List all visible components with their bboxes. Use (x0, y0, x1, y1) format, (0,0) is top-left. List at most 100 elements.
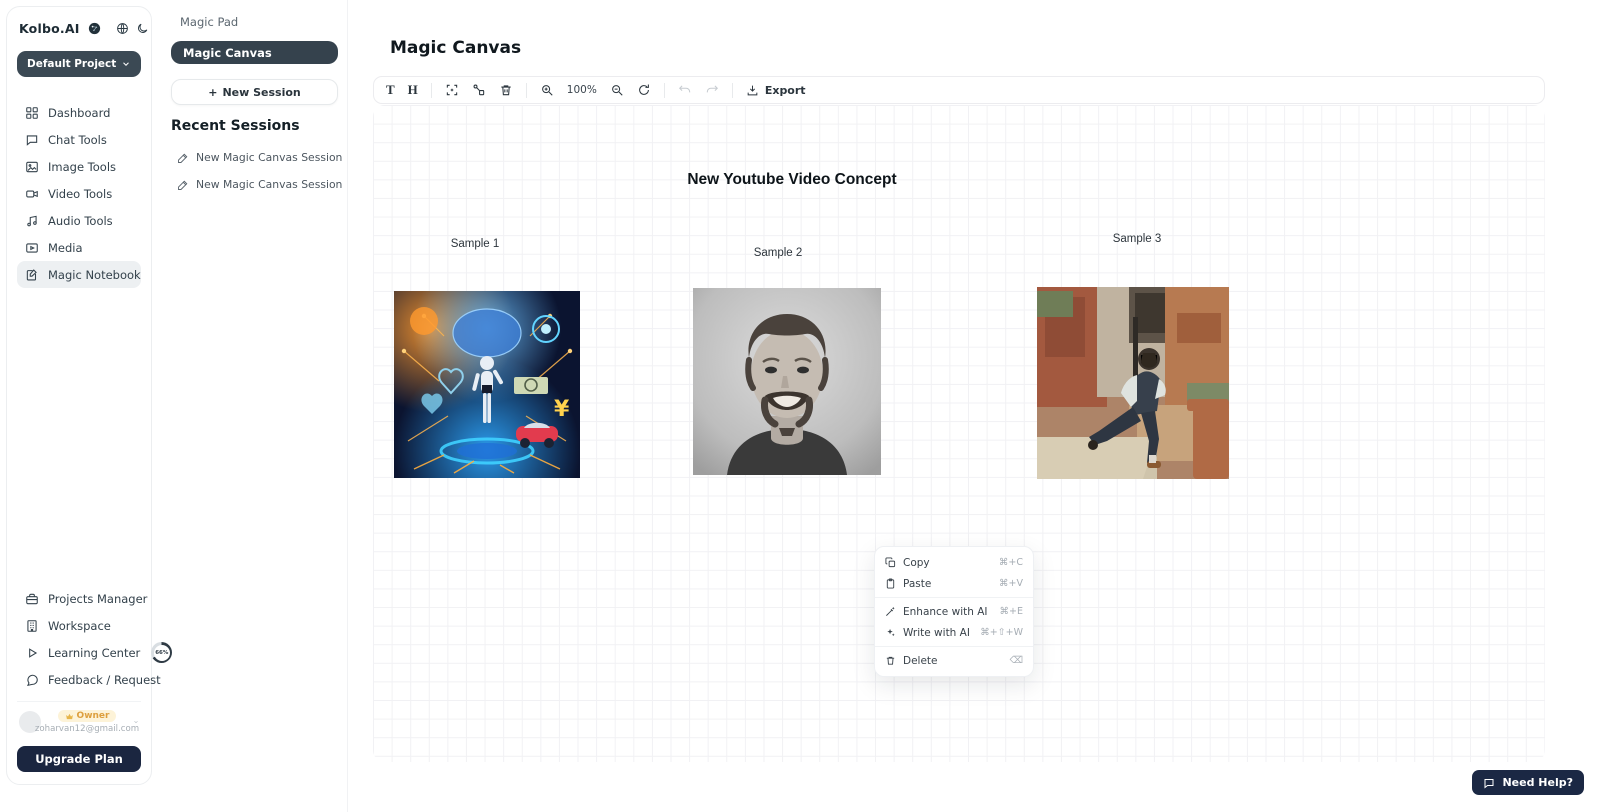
sidebar-item-chat-tools[interactable]: Chat Tools (17, 126, 141, 153)
sidebar-item-label: Learning Center (48, 646, 140, 660)
need-help-button[interactable]: Need Help? (1472, 770, 1584, 795)
new-session-button[interactable]: + New Session (171, 79, 338, 105)
context-menu-label: Copy (903, 557, 930, 569)
briefcase-icon (25, 592, 39, 606)
sidebar-footer: Projects Manager Workspace Learning Cent… (17, 585, 141, 772)
sidebar-item-video-tools[interactable]: Video Tools (17, 180, 141, 207)
trash-icon (885, 655, 896, 666)
sample-2-image[interactable] (693, 288, 881, 475)
context-menu-label: Write with AI (903, 627, 970, 639)
brand-logo: Kolbo.AI (19, 21, 80, 36)
context-menu-label: Delete (903, 655, 938, 667)
video-camera-icon (25, 187, 39, 201)
ai-select-tool-button[interactable] (445, 83, 459, 97)
redo-button[interactable] (705, 83, 719, 97)
sidebar-item-magic-notebook[interactable]: Magic Notebook (17, 261, 141, 288)
context-menu-label: Enhance with AI (903, 606, 988, 618)
need-help-label: Need Help? (1502, 776, 1573, 789)
sidebar-item-media[interactable]: Media (17, 234, 141, 261)
page-title: Magic Canvas (390, 38, 521, 58)
chevron-down-icon (133, 718, 139, 726)
context-menu-copy[interactable]: Copy ⌘+C (875, 552, 1033, 573)
context-menu-shortcut: ⌘+⇧+W (980, 627, 1023, 638)
learning-progress-ring: 66% (151, 642, 172, 663)
heading-tool-button[interactable]: H (408, 82, 418, 98)
upgrade-plan-button[interactable]: Upgrade Plan (17, 746, 141, 772)
context-menu-shortcut: ⌫ (1010, 655, 1023, 666)
pencil-icon (177, 152, 189, 164)
sidebar-item-workspace[interactable]: Workspace (17, 612, 141, 639)
sample-1-label[interactable]: Sample 1 (451, 238, 500, 250)
context-menu-write-with-ai[interactable]: Write with AI ⌘+⇧+W (875, 622, 1033, 643)
toolbar-separator (431, 83, 432, 98)
media-icon (25, 241, 39, 255)
context-menu-divider (875, 597, 1033, 598)
sidebar: Kolbo.AI Default Project Dashboard Chat … (6, 6, 152, 785)
sidebar-item-label: Chat Tools (48, 133, 107, 147)
sidebar-item-label: Projects Manager (48, 592, 147, 606)
sidebar-item-label: Magic Notebook (48, 268, 141, 282)
sample-3-image[interactable] (1037, 287, 1229, 479)
project-selector-label: Default Project (27, 58, 116, 70)
music-note-icon (25, 214, 39, 228)
sample-2-label[interactable]: Sample 2 (754, 247, 803, 259)
learning-progress-value: 66% (154, 645, 170, 661)
export-label: Export (765, 84, 806, 97)
sample-1-image[interactable]: ¥ (394, 291, 580, 478)
sidebar-header: Kolbo.AI (17, 21, 141, 36)
zoom-level-value[interactable]: 100% (567, 84, 597, 96)
sidebar-item-label: Audio Tools (48, 214, 113, 228)
magic-canvas-surface[interactable]: New Youtube Video Concept Sample 1 Sampl… (373, 105, 1545, 762)
user-account[interactable]: Owner zoharvan12@gmail.com (17, 701, 141, 740)
notebook-pen-icon (25, 268, 39, 282)
sidebar-item-learning-center[interactable]: Learning Center 66% (17, 639, 141, 666)
connector-tool-button[interactable] (472, 83, 486, 97)
sidebar-item-image-tools[interactable]: Image Tools (17, 153, 141, 180)
context-menu-paste[interactable]: Paste ⌘+V (875, 573, 1033, 594)
sidebar-item-label: Feedback / Request (48, 673, 161, 687)
sidebar-item-feedback[interactable]: Feedback / Request (17, 666, 141, 693)
feedback-bubble-icon (25, 673, 39, 687)
undo-button[interactable] (678, 83, 692, 97)
context-menu-enhance-with-ai[interactable]: Enhance with AI ⌘+E (875, 601, 1033, 622)
building-icon (25, 619, 39, 633)
reset-view-button[interactable] (637, 83, 651, 97)
text-tool-button[interactable]: T (386, 82, 395, 98)
language-globe-icon[interactable] (116, 22, 129, 35)
context-menu-shortcut: ⌘+C (999, 557, 1023, 568)
sidebar-item-audio-tools[interactable]: Audio Tools (17, 207, 141, 234)
plus-icon: + (208, 86, 217, 99)
sidebar-item-dashboard[interactable]: Dashboard (17, 99, 141, 126)
canvas-toolbar: T H 100% Export (373, 76, 1545, 104)
dark-mode-moon-icon[interactable] (136, 22, 149, 35)
sidebar-item-projects-manager[interactable]: Projects Manager (17, 585, 141, 612)
brain-logo-icon (87, 21, 102, 36)
owner-badge: Owner (58, 710, 117, 722)
sidebar-item-label: Image Tools (48, 160, 116, 174)
session-item[interactable]: New Magic Canvas Session (177, 178, 342, 191)
user-role: Owner (77, 711, 110, 721)
canvas-heading-text[interactable]: New Youtube Video Concept (687, 171, 896, 189)
play-icon (25, 646, 39, 660)
copy-icon (885, 557, 896, 568)
sample-3-label[interactable]: Sample 3 (1113, 233, 1162, 245)
pencil-icon (177, 179, 189, 191)
export-button[interactable]: Export (746, 84, 806, 97)
chat-icon (25, 133, 39, 147)
chat-bubble-icon (1483, 777, 1495, 789)
sidebar-nav: Dashboard Chat Tools Image Tools Video T… (17, 99, 141, 288)
toolbar-separator (664, 83, 665, 98)
dashboard-icon (25, 106, 39, 120)
zoom-out-button[interactable] (610, 83, 624, 97)
context-menu-shortcut: ⌘+V (999, 578, 1023, 589)
delete-tool-button[interactable] (499, 83, 513, 97)
tab-magic-pad[interactable]: Magic Pad (180, 15, 238, 29)
session-item-label: New Magic Canvas Session (196, 151, 342, 164)
session-item[interactable]: New Magic Canvas Session (177, 151, 342, 164)
project-selector[interactable]: Default Project (17, 51, 141, 77)
new-session-label: New Session (222, 86, 300, 99)
zoom-in-button[interactable] (540, 83, 554, 97)
tab-magic-canvas[interactable]: Magic Canvas (171, 41, 338, 64)
context-menu-delete[interactable]: Delete ⌫ (875, 650, 1033, 671)
sparkles-icon (885, 627, 896, 638)
